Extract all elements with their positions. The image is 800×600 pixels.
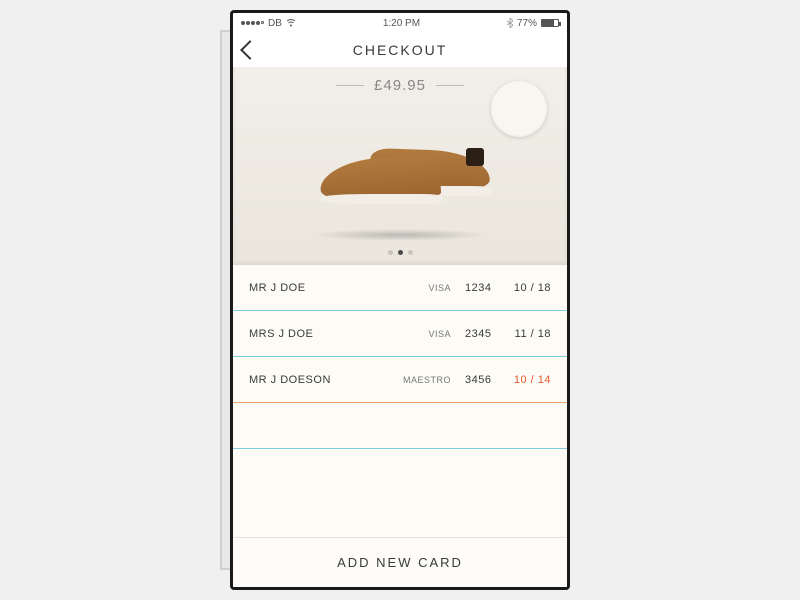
- card-brand: VISA: [397, 283, 451, 293]
- signal-dots-icon: [241, 21, 264, 25]
- battery-pct: 77%: [517, 18, 537, 29]
- card-last4: 1234: [465, 282, 507, 294]
- divider: [436, 85, 464, 86]
- add-new-card-button[interactable]: ADD NEW CARD: [233, 537, 567, 587]
- product-hero: £49.95: [233, 67, 567, 265]
- nav-header: CHECKOUT: [233, 33, 567, 67]
- wifi-icon: [286, 19, 296, 27]
- saved-cards-list: MR J DOEVISA123410 / 18MRS J DOEVISA2345…: [233, 265, 567, 537]
- card-brand: MAESTRO: [397, 375, 451, 385]
- card-last4: 3456: [465, 374, 507, 386]
- back-button[interactable]: [240, 40, 260, 60]
- card-expiry: 10 / 18: [507, 282, 551, 294]
- phone-frame: DB 1:20 PM 77% CHECKOUT £49.95: [230, 10, 570, 590]
- card-name: MRS J DOE: [249, 328, 397, 340]
- empty-card-slot: [233, 403, 567, 449]
- clock: 1:20 PM: [383, 18, 420, 29]
- carrier-label: DB: [268, 18, 282, 29]
- card-expiry: 10 / 14: [507, 374, 551, 386]
- card-expiry: 11 / 18: [507, 328, 551, 340]
- divider: [336, 85, 364, 86]
- card-last4: 2345: [465, 328, 507, 340]
- product-price: £49.95: [374, 77, 426, 94]
- bluetooth-icon: [507, 18, 513, 28]
- status-bar: DB 1:20 PM 77%: [233, 13, 567, 33]
- page-title: CHECKOUT: [353, 42, 448, 58]
- carousel-pager[interactable]: [388, 250, 413, 255]
- battery-icon: [541, 19, 559, 27]
- card-row[interactable]: MR J DOESONMAESTRO 345610 / 14: [233, 357, 567, 403]
- product-badge[interactable]: [491, 81, 547, 137]
- product-image: [310, 132, 490, 212]
- card-row[interactable]: MR J DOEVISA 123410 / 18: [233, 265, 567, 311]
- card-name: MR J DOE: [249, 282, 397, 294]
- card-row[interactable]: MRS J DOEVISA 234511 / 18: [233, 311, 567, 357]
- card-brand: VISA: [397, 329, 451, 339]
- card-name: MR J DOESON: [249, 374, 397, 386]
